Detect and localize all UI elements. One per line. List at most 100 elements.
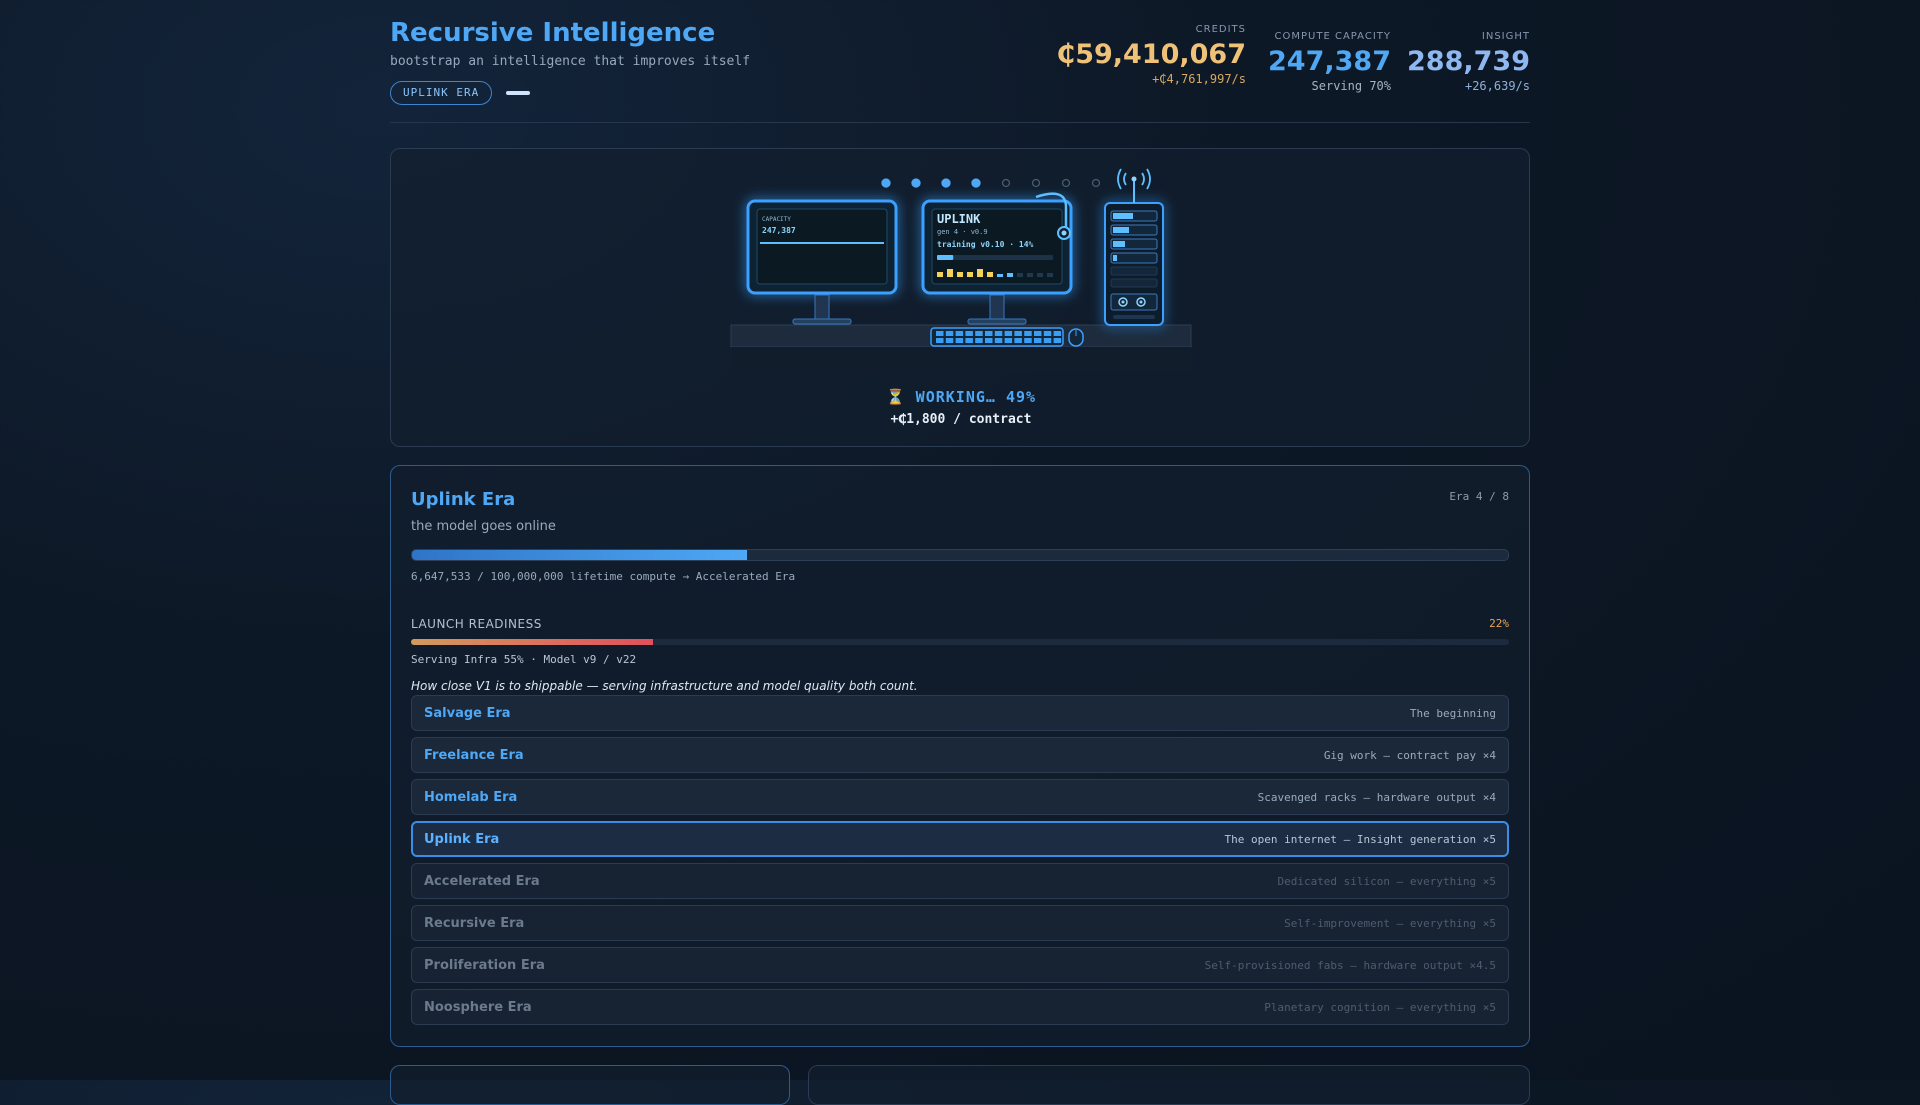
training-bar bbox=[987, 272, 993, 277]
era-progress-fill bbox=[412, 550, 748, 560]
launch-readiness-label: LAUNCH READINESS bbox=[411, 617, 542, 631]
keyboard-key bbox=[965, 331, 973, 336]
left-screen-value: 247,387 bbox=[762, 226, 796, 235]
training-bar bbox=[1047, 273, 1053, 277]
keyboard-key bbox=[985, 331, 993, 336]
readiness-note: How close V1 is to shippable — serving i… bbox=[411, 679, 918, 693]
keyboard-key bbox=[985, 338, 993, 343]
keyboard-key bbox=[955, 331, 964, 336]
training-bar bbox=[997, 274, 1003, 277]
era-row-freelance-era[interactable]: Freelance Era Gig work — contract pay ×4 bbox=[411, 737, 1509, 773]
working-status: ⏳ WORKING… 49% bbox=[885, 388, 1037, 406]
keyboard-key bbox=[1004, 338, 1013, 343]
training-bar bbox=[1017, 273, 1023, 277]
workstation-panel: CAPACITY 247,387 UPLINK gen 4 · v0.9 tra… bbox=[390, 148, 1530, 447]
keyboard-key bbox=[1053, 338, 1062, 343]
left-screen-label: CAPACITY bbox=[762, 216, 791, 223]
training-bar bbox=[1037, 273, 1043, 277]
era-title: Uplink Era bbox=[411, 489, 516, 510]
keyboard-key bbox=[1034, 338, 1042, 343]
keyboard-key bbox=[1004, 331, 1013, 336]
app-root: Recursive Intelligence bootstrap an inte… bbox=[390, 0, 1530, 1105]
training-bar bbox=[967, 272, 973, 277]
generation-dot bbox=[1031, 178, 1041, 188]
insight-rate: +26,639/s bbox=[1464, 79, 1530, 93]
bottom-left-panel bbox=[390, 1065, 790, 1105]
training-fill bbox=[937, 255, 954, 260]
era-row-desc: The beginning bbox=[1409, 707, 1496, 720]
generation-dot bbox=[1061, 178, 1071, 188]
generation-dot bbox=[971, 178, 981, 188]
bottom-right-panel bbox=[808, 1065, 1530, 1105]
credits-value: ₵59,410,067 bbox=[1056, 39, 1246, 70]
keyboard-key bbox=[1024, 338, 1032, 343]
era-row-desc: Self-provisioned fabs — hardware output … bbox=[1204, 959, 1496, 972]
era-row-uplink-era[interactable]: Uplink Era The open internet — Insight ge… bbox=[411, 821, 1509, 857]
keyboard-key bbox=[1014, 338, 1022, 343]
compute-stat: COMPUTE CAPACITY 247,387 Serving 70% bbox=[1268, 31, 1391, 93]
main-screen-gen: gen 4 · v0.9 bbox=[937, 228, 988, 236]
credits-rate: +₵4,761,997/s bbox=[1152, 72, 1246, 86]
keyboard-key bbox=[945, 338, 954, 343]
generation-dot bbox=[1091, 178, 1101, 188]
era-row-homelab-era[interactable]: Homelab Era Scavenged racks — hardware ou… bbox=[411, 779, 1509, 815]
desk-shadow bbox=[731, 347, 1191, 371]
left-monitor: CAPACITY 247,387 bbox=[746, 199, 898, 325]
page-title: Recursive Intelligence bbox=[390, 18, 716, 48]
keyboard-key bbox=[936, 331, 944, 336]
generation-dot bbox=[911, 178, 921, 188]
era-row-recursive-era[interactable]: Recursive Era Self-improvement — everythi… bbox=[411, 905, 1509, 941]
contract-reward: +₵1,800 / contract bbox=[890, 412, 1032, 427]
readiness-breakdown: Serving Infra 55% · Model v9 / v22 bbox=[411, 653, 637, 666]
era-row-proliferation-era[interactable]: Proliferation Era Self-provisioned fabs —… bbox=[411, 947, 1509, 983]
training-bar bbox=[937, 272, 943, 277]
era-row-name: Freelance Era bbox=[424, 748, 524, 763]
era-row-noosphere-era[interactable]: Noosphere Era Planetary cognition — every… bbox=[411, 989, 1509, 1025]
era-row-desc: Scavenged racks — hardware output ×4 bbox=[1257, 791, 1496, 804]
keyboard-key bbox=[975, 331, 983, 336]
keyboard-key bbox=[994, 338, 1003, 343]
era-row-salvage-era[interactable]: Salvage Era The beginning bbox=[411, 695, 1509, 731]
training-bar bbox=[957, 272, 963, 277]
era-list: Salvage Era The beginning Freelance Era Gig… bbox=[411, 695, 1509, 1031]
era-row-desc: Dedicated silicon — everything ×5 bbox=[1277, 875, 1496, 888]
era-progress-text: 6,647,533 / 100,000,000 lifetime compute… bbox=[411, 570, 796, 583]
insight-label: INSIGHT bbox=[1481, 31, 1530, 42]
era-panel: Uplink Era Era 4 / 8 the model goes onli… bbox=[390, 465, 1530, 1047]
keyboard-key bbox=[965, 338, 973, 343]
workstation-illustration[interactable]: CAPACITY 247,387 UPLINK gen 4 · v0.9 tra… bbox=[391, 149, 1531, 379]
keyboard bbox=[930, 327, 1064, 347]
era-pill[interactable]: UPLINK ERA bbox=[390, 81, 493, 105]
keyboard-key bbox=[945, 331, 954, 336]
main-monitor: UPLINK gen 4 · v0.9 training v0.10 · 14% bbox=[921, 192, 1073, 325]
training-bar bbox=[947, 269, 953, 277]
era-row-name: Homelab Era bbox=[424, 790, 518, 805]
launch-readiness-fill bbox=[411, 639, 653, 645]
insight-value: 288,739 bbox=[1407, 46, 1530, 77]
era-row-name: Accelerated Era bbox=[424, 874, 540, 889]
keyboard-key bbox=[994, 331, 1003, 336]
era-row-name: Salvage Era bbox=[424, 706, 511, 721]
compute-serving: Serving 70% bbox=[1311, 79, 1391, 93]
era-pill-indicator bbox=[506, 91, 530, 95]
era-row-desc: The open internet — Insight generation ×… bbox=[1224, 833, 1496, 846]
era-row-desc: Gig work — contract pay ×4 bbox=[1323, 749, 1496, 762]
era-row-accelerated-era[interactable]: Accelerated Era Dedicated silicon — every… bbox=[411, 863, 1509, 899]
generation-dot bbox=[941, 178, 951, 188]
credits-stat: CREDITS ₵59,410,067 +₵4,761,997/s bbox=[1056, 24, 1246, 86]
credits-label: CREDITS bbox=[1195, 24, 1246, 35]
keyboard-key bbox=[955, 338, 964, 343]
keyboard-key bbox=[936, 338, 944, 343]
compute-value: 247,387 bbox=[1268, 46, 1391, 77]
training-track bbox=[937, 255, 1053, 260]
keyboard-key bbox=[1053, 331, 1062, 336]
keyboard-key bbox=[1043, 338, 1052, 343]
training-bar bbox=[1007, 273, 1013, 277]
era-count: Era 4 / 8 bbox=[1449, 490, 1509, 503]
era-row-name: Uplink Era bbox=[424, 832, 500, 847]
era-row-name: Proliferation Era bbox=[424, 958, 545, 973]
era-row-desc: Planetary cognition — everything ×5 bbox=[1264, 1001, 1496, 1014]
antenna-icon bbox=[1131, 176, 1137, 182]
header: Recursive Intelligence bootstrap an inte… bbox=[390, 0, 1530, 123]
keyboard-key bbox=[1034, 331, 1042, 336]
